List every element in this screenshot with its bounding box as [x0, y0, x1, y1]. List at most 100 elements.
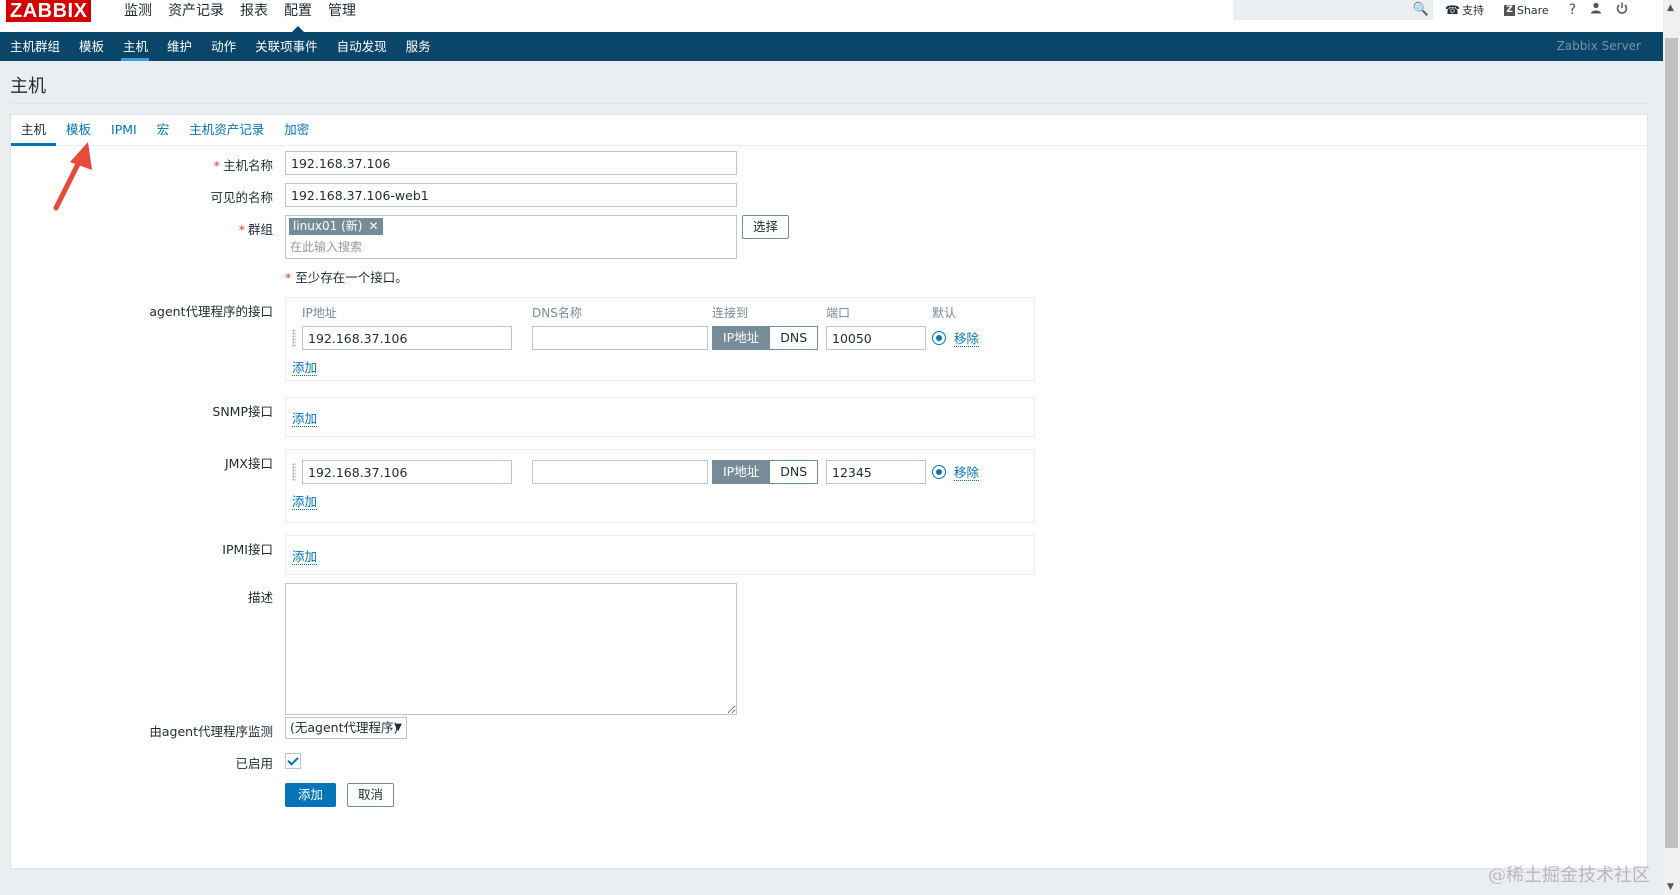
support-label: 支持: [1461, 4, 1484, 17]
interface-required-note: * 至少存在一个接口。: [285, 267, 408, 286]
zabbix-logo[interactable]: ZABBIX: [6, 0, 92, 22]
visible-name-input[interactable]: [285, 183, 737, 207]
page-title: 主机: [10, 76, 46, 97]
select-groups-button[interactable]: 选择: [742, 215, 790, 239]
proxy-select-value: (无agent代理程序): [290, 720, 399, 735]
proxy-select[interactable]: (无agent代理程序) ▼: [285, 717, 407, 739]
agent-connect-ip[interactable]: IP地址: [712, 326, 771, 350]
agent-default-radio[interactable]: [932, 331, 946, 345]
group-tag-label: linux01 (新): [293, 219, 363, 233]
submenu-templates[interactable]: 模板: [69, 32, 113, 61]
global-search-input[interactable]: [1233, 0, 1406, 18]
jmx-interfaces-box: IP地址 DNS 移除 添加: [285, 449, 1035, 523]
share-label: Share: [1516, 3, 1549, 17]
scroll-up-icon[interactable]: ▲: [1667, 3, 1674, 13]
enabled-checkbox[interactable]: [285, 753, 301, 769]
agent-interfaces-label: agent代理程序的接口: [149, 304, 273, 319]
submenu-host-groups[interactable]: 主机群组: [0, 32, 69, 61]
groups-search-placeholder[interactable]: 在此输入搜索: [290, 238, 362, 255]
interface-note-text: 至少存在一个接口。: [295, 270, 408, 285]
sign-out-icon[interactable]: [1616, 2, 1628, 18]
snmp-interfaces-label: SNMP接口: [212, 404, 273, 419]
agent-interfaces-box: IP地址 DNS名称 连接到 端口 默认 IP地址 DNS 移除 添加: [285, 297, 1035, 381]
host-form-panel: 主机 模板 IPMI 宏 主机资产记录 加密 *主机名称 可见的名称 *群组 l…: [10, 114, 1648, 869]
groups-label-text: 群组: [247, 222, 273, 237]
col-connect-header: 连接到: [712, 306, 749, 320]
menu-inventory[interactable]: 资产记录: [160, 0, 232, 32]
tab-ipmi[interactable]: IPMI: [101, 115, 147, 145]
menu-configuration[interactable]: 配置: [276, 0, 320, 32]
monitored-by-proxy-label: 由agent代理程序监测: [149, 724, 273, 739]
submenu-services[interactable]: 服务: [396, 32, 440, 61]
sub-menu: 主机群组 模板 主机 维护 动作 关联项事件 自动发现 服务: [0, 32, 440, 61]
scrollbar-thumb[interactable]: [1665, 38, 1678, 848]
agent-add-link[interactable]: 添加: [292, 360, 318, 376]
page-scrollbar[interactable]: ▲ ▼: [1663, 0, 1680, 895]
submenu-actions[interactable]: 动作: [201, 32, 245, 61]
enabled-label: 已启用: [235, 756, 273, 771]
share-z-icon: Z: [1503, 4, 1515, 16]
tab-encryption[interactable]: 加密: [274, 115, 319, 145]
server-name: Zabbix Server: [1556, 39, 1641, 53]
jmx-ip-input[interactable]: [302, 460, 512, 484]
ipmi-interfaces-box: 添加: [285, 535, 1035, 575]
scroll-down-icon[interactable]: ▼: [1667, 882, 1674, 892]
submenu-hosts[interactable]: 主机: [113, 32, 157, 61]
snmp-add-link[interactable]: 添加: [292, 411, 318, 427]
submenu-discovery[interactable]: 自动发现: [327, 32, 396, 61]
agent-dns-input[interactable]: [532, 326, 708, 350]
required-asterisk: *: [285, 270, 292, 285]
jmx-dns-input[interactable]: [532, 460, 708, 484]
help-icon[interactable]: ?: [1569, 2, 1576, 18]
agent-remove-link[interactable]: 移除: [954, 331, 980, 347]
snmp-interfaces-box: 添加: [285, 397, 1035, 437]
groups-multiselect[interactable]: linux01 (新) ✕ 在此输入搜索: [285, 215, 737, 259]
menu-monitoring[interactable]: 监测: [116, 0, 160, 32]
col-default-header: 默认: [932, 306, 957, 320]
ipmi-add-link[interactable]: 添加: [292, 549, 318, 565]
jmx-connect-ip[interactable]: IP地址: [712, 460, 771, 484]
jmx-add-link[interactable]: 添加: [292, 494, 318, 510]
jmx-interfaces-label: JMX接口: [224, 456, 273, 471]
support-link[interactable]: ☎ 支持: [1445, 2, 1484, 18]
col-dns-header: DNS名称: [532, 306, 582, 320]
form-tabs: 主机 模板 IPMI 宏 主机资产记录 加密: [11, 115, 1647, 146]
cancel-button[interactable]: 取消: [347, 783, 395, 807]
drag-handle-icon[interactable]: [292, 463, 296, 481]
jmx-default-radio[interactable]: [932, 465, 946, 479]
agent-ip-input[interactable]: [302, 326, 512, 350]
agent-connect-toggle: IP地址 DNS: [712, 326, 819, 350]
jmx-connect-toggle: IP地址 DNS: [712, 460, 819, 484]
hostname-label-text: 主机名称: [222, 158, 273, 173]
remove-tag-icon[interactable]: ✕: [368, 218, 378, 235]
watermark: @稀土掘金技术社区: [1488, 865, 1650, 886]
drag-handle-icon[interactable]: [292, 329, 296, 347]
user-profile-icon[interactable]: [1590, 2, 1602, 18]
ipmi-interfaces-label: IPMI接口: [222, 542, 273, 557]
submenu-maintenance[interactable]: 维护: [157, 32, 201, 61]
menu-reports[interactable]: 报表: [232, 0, 276, 32]
menu-administration[interactable]: 管理: [320, 0, 364, 32]
jmx-port-input[interactable]: [826, 460, 926, 484]
description-textarea[interactable]: [285, 583, 737, 715]
hostname-input[interactable]: [285, 151, 737, 175]
main-menu: 监测 资产记录 报表 配置 管理: [116, 0, 364, 32]
global-search: 🔍: [1233, 0, 1433, 20]
jmx-remove-link[interactable]: 移除: [954, 465, 980, 481]
add-button[interactable]: 添加: [285, 783, 337, 807]
col-ip-header: IP地址: [302, 306, 337, 320]
tab-inventory[interactable]: 主机资产记录: [179, 115, 274, 145]
sub-menu-bar: 主机群组 模板 主机 维护 动作 关联项事件 自动发现 服务 Zabbix Se…: [0, 32, 1663, 61]
share-link[interactable]: Z Share: [1503, 3, 1549, 17]
tab-macros[interactable]: 宏: [147, 115, 180, 145]
submenu-event-correlation[interactable]: 关联项事件: [245, 32, 327, 61]
chevron-down-icon: ▼: [394, 722, 402, 733]
user-toolbar: ☎ 支持 Z Share ?: [1445, 0, 1642, 20]
search-icon[interactable]: 🔍: [1413, 2, 1429, 17]
agent-port-input[interactable]: [826, 326, 926, 350]
groups-label: * 群组: [23, 219, 273, 238]
headset-icon: ☎: [1445, 3, 1460, 17]
agent-connect-dns[interactable]: DNS: [770, 326, 819, 350]
required-asterisk: *: [213, 158, 220, 173]
jmx-connect-dns[interactable]: DNS: [770, 460, 819, 484]
